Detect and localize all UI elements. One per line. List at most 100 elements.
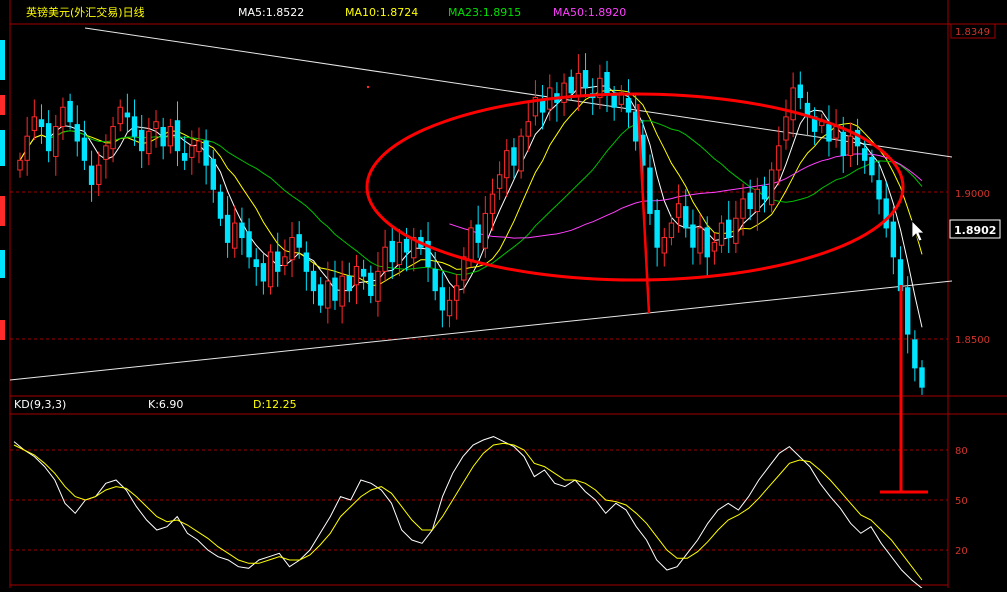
candle-body bbox=[317, 284, 324, 306]
candle-body bbox=[53, 126, 59, 157]
candle-body bbox=[289, 237, 295, 261]
ma50-label: MA50:1.8920 bbox=[553, 6, 626, 19]
candle-body bbox=[604, 71, 610, 94]
kd-d-value: D:12.25 bbox=[253, 398, 297, 411]
candle-body bbox=[890, 221, 897, 258]
candle-body bbox=[217, 191, 224, 219]
candle-body bbox=[761, 185, 768, 200]
candle-body bbox=[776, 145, 782, 171]
candle-body bbox=[396, 241, 403, 266]
candle-body bbox=[275, 251, 281, 272]
candle-body bbox=[869, 156, 875, 176]
candle-body bbox=[747, 192, 753, 210]
candle-body bbox=[726, 219, 732, 239]
candle-body bbox=[246, 231, 252, 258]
candle-body bbox=[883, 198, 889, 229]
candle-body bbox=[489, 193, 496, 214]
ma10-label: MA10:1.8724 bbox=[345, 6, 418, 19]
candle-body bbox=[332, 277, 338, 301]
candle-body bbox=[919, 367, 925, 388]
candle-body bbox=[518, 135, 524, 172]
candle bbox=[768, 162, 775, 213]
price-tick-1850: 1.8500 bbox=[955, 335, 990, 346]
candle-body bbox=[110, 126, 116, 150]
candle-body bbox=[525, 121, 531, 137]
candle-body bbox=[876, 180, 882, 200]
candle-body bbox=[654, 210, 660, 248]
candle-body bbox=[754, 188, 761, 212]
candle-body bbox=[904, 287, 911, 335]
candle-body bbox=[482, 212, 489, 249]
candle bbox=[518, 128, 524, 179]
candle-body bbox=[174, 120, 181, 152]
candle-body bbox=[31, 116, 38, 131]
candle-body bbox=[661, 237, 667, 254]
candle-body bbox=[625, 98, 632, 113]
candle-body bbox=[282, 256, 288, 267]
kd-tick-20: 20 bbox=[955, 546, 968, 557]
candle-body bbox=[668, 222, 675, 239]
candle-body bbox=[74, 124, 80, 142]
candle-body bbox=[339, 275, 345, 307]
candle-body bbox=[632, 111, 639, 142]
candle-body bbox=[117, 106, 123, 125]
candle-body bbox=[453, 285, 460, 301]
candle-body bbox=[582, 70, 589, 89]
candle-body bbox=[697, 227, 703, 254]
candle-body bbox=[432, 268, 438, 292]
candle-body bbox=[446, 299, 453, 317]
candle-body bbox=[203, 140, 209, 166]
price-tick-1900: 1.9000 bbox=[955, 189, 990, 200]
candle-body bbox=[267, 251, 274, 288]
candle-body bbox=[439, 287, 446, 311]
candle-body bbox=[232, 222, 238, 249]
candle-body bbox=[862, 148, 868, 161]
candle-body bbox=[360, 268, 367, 277]
candle-body bbox=[368, 272, 374, 296]
candle-body bbox=[181, 153, 188, 161]
candle-body bbox=[296, 234, 302, 248]
candle-body bbox=[912, 339, 918, 369]
candle-body bbox=[96, 164, 102, 185]
candle-body bbox=[611, 95, 617, 108]
candle-body bbox=[840, 131, 846, 156]
candle-body bbox=[81, 137, 88, 161]
candle-body bbox=[675, 203, 682, 218]
candle-body bbox=[733, 217, 739, 244]
ma5-label: MA5:1.8522 bbox=[238, 6, 304, 19]
candle-body bbox=[833, 126, 839, 139]
ma23-label: MA23:1.8915 bbox=[448, 6, 521, 19]
candle-body bbox=[475, 224, 481, 243]
chart-title: 英镑美元(外汇交易)日线 bbox=[26, 5, 145, 19]
candle-body bbox=[683, 206, 689, 229]
stock-chart-canvas[interactable]: 英镑美元(外汇交易)日线 MA5:1.8522 MA10:1.8724 MA23… bbox=[0, 0, 1007, 589]
kd-tick-80: 80 bbox=[955, 446, 968, 457]
kd-k-value: K:6.90 bbox=[148, 398, 183, 411]
candle-body bbox=[224, 214, 231, 243]
chart-window: 英镑美元(外汇交易)日线 MA5:1.8522 MA10:1.8724 MA23… bbox=[0, 0, 1007, 589]
candle-body bbox=[568, 76, 574, 94]
candle-body bbox=[138, 129, 145, 152]
candle-body bbox=[260, 263, 267, 282]
candle-body bbox=[303, 252, 310, 272]
candle-body bbox=[17, 159, 23, 171]
kd-indicator-label: KD(9,3,3) bbox=[14, 398, 66, 411]
candle-body bbox=[325, 280, 331, 309]
candle-body bbox=[196, 140, 202, 153]
candle-body bbox=[103, 145, 109, 160]
candle-body bbox=[539, 99, 546, 113]
candle-body bbox=[24, 135, 30, 161]
candle-body bbox=[375, 270, 381, 302]
candle-body bbox=[167, 126, 174, 147]
candle-body bbox=[797, 84, 804, 99]
candle-body bbox=[690, 224, 696, 248]
candle-body bbox=[382, 246, 388, 272]
candle-body bbox=[711, 241, 718, 252]
candle-body bbox=[124, 112, 131, 118]
candle-body bbox=[704, 227, 710, 258]
candle-body bbox=[38, 119, 45, 128]
candle-body bbox=[146, 130, 152, 155]
candle-body bbox=[718, 222, 725, 246]
candle-body bbox=[468, 227, 474, 261]
candle-body bbox=[153, 121, 159, 129]
